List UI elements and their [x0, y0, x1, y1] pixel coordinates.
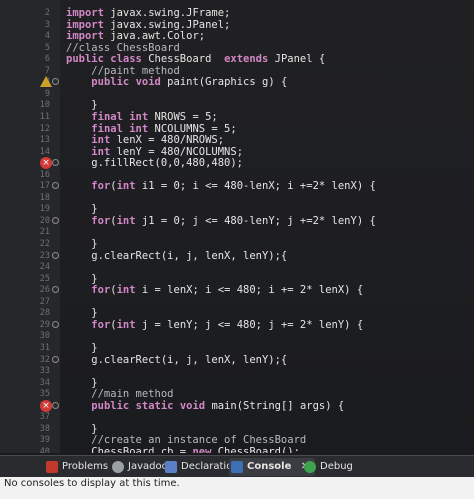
- tab-javadoc[interactable]: Javadoc: [110, 458, 167, 476]
- tab-label: Problems: [62, 461, 109, 472]
- console-message: No consoles to display at this time.: [4, 478, 180, 489]
- breakpoint-marker-icon[interactable]: [52, 401, 59, 409]
- breakpoint-marker-icon[interactable]: [52, 216, 59, 224]
- breakpoint-marker-icon[interactable]: [52, 159, 59, 167]
- breakpoint-marker-icon[interactable]: [52, 78, 59, 86]
- breakpoint-marker-icon[interactable]: [52, 182, 59, 190]
- declaration-icon: [165, 461, 177, 473]
- console-output: No consoles to display at this time.: [0, 477, 474, 499]
- breakpoint-marker-icon[interactable]: [52, 251, 59, 259]
- warning-icon[interactable]: [40, 76, 52, 88]
- code-line[interactable]: 40 ChessBoard cb = new ChessBoard();: [0, 445, 474, 453]
- javadoc-icon: [112, 461, 124, 473]
- tab-label: Debug: [320, 461, 353, 472]
- tab-label: Javadoc: [128, 461, 168, 472]
- line-number: 40: [39, 446, 50, 453]
- console-icon: [231, 461, 243, 473]
- code-text: ChessBoard cb = new ChessBoard();: [66, 445, 300, 453]
- debug-icon: [304, 461, 316, 473]
- breakpoint-marker-icon[interactable]: [52, 320, 59, 328]
- tab-declaration[interactable]: Declaration: [163, 458, 239, 476]
- problems-icon: [46, 461, 58, 473]
- breakpoint-marker-icon[interactable]: [52, 286, 59, 294]
- tab-debug[interactable]: Debug: [302, 458, 353, 476]
- code-editor[interactable]: 2 import javax.swing.JFrame; 3 import javax…: [0, 0, 474, 453]
- tab-problems[interactable]: Problems: [44, 458, 108, 476]
- breakpoint-marker-icon[interactable]: [52, 355, 59, 363]
- tab-label: Console: [247, 461, 292, 472]
- bottom-panel-tabs: Problems Javadoc Declaration Console ✕ D…: [0, 455, 474, 478]
